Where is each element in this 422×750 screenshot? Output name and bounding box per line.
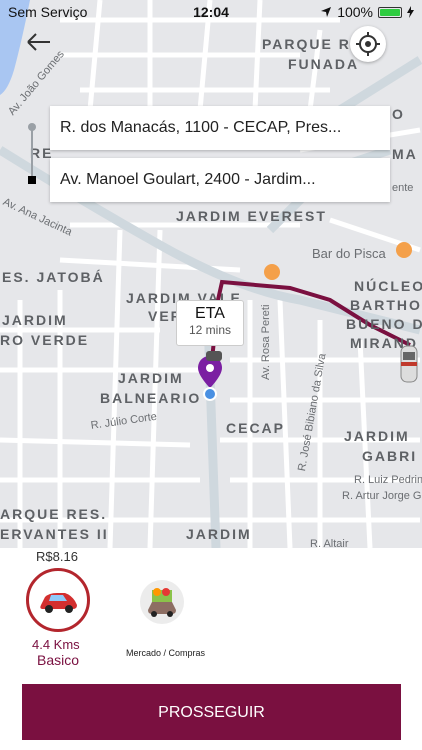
map-label: JARDIM bbox=[118, 370, 184, 386]
map-view[interactable]: PARQUE R FUNADA O MA ente RE JARDIM EVER… bbox=[0, 0, 422, 548]
map-label: MA bbox=[392, 146, 418, 162]
car-marker-icon bbox=[206, 351, 222, 361]
street-label: R. Artur Jorge Guazz bbox=[342, 490, 422, 502]
destination-field[interactable]: Av. Manoel Goulart, 2400 - Jardim... bbox=[50, 158, 390, 202]
street-label: R. Luiz Pedrini bbox=[354, 474, 422, 486]
back-arrow-icon bbox=[27, 33, 50, 51]
proceed-button[interactable]: PROSSEGUIR bbox=[22, 684, 401, 740]
location-arrow-icon bbox=[321, 7, 332, 17]
origin-marker bbox=[28, 123, 36, 131]
locate-me-button[interactable] bbox=[350, 26, 386, 62]
map-label: O bbox=[392, 106, 405, 122]
battery-icon bbox=[378, 6, 402, 18]
map-label: JARDIM bbox=[2, 312, 68, 328]
status-bar: Sem Serviço 12:04 100% bbox=[0, 0, 422, 24]
back-button[interactable] bbox=[22, 28, 56, 56]
map-label: JARDIM bbox=[344, 428, 410, 444]
map-label: GABRI bbox=[362, 448, 418, 464]
map-label: BUENO D bbox=[346, 316, 422, 332]
ride-option-label: Basico bbox=[37, 652, 80, 668]
map-label: BARTHOLO bbox=[350, 297, 422, 313]
eta-bubble: ETA 12 mins bbox=[176, 300, 244, 346]
map-label: CECAP bbox=[226, 420, 286, 436]
grocery-car-icon bbox=[148, 588, 176, 617]
ride-option-basico[interactable] bbox=[26, 568, 90, 632]
eta-title: ETA bbox=[195, 305, 225, 322]
crosshair-icon bbox=[356, 32, 380, 56]
origin-field[interactable]: R. dos Manacás, 1100 - CECAP, Pres... bbox=[50, 106, 390, 150]
driver-car-icon bbox=[400, 345, 418, 383]
ride-distance: 4.4 Kms bbox=[32, 637, 80, 652]
red-car-icon bbox=[40, 593, 77, 613]
ride-option-mercado[interactable] bbox=[140, 580, 184, 624]
eta-value: 12 mins bbox=[188, 323, 232, 337]
map-label: JARDIM EVEREST bbox=[176, 208, 327, 224]
route-connector bbox=[31, 124, 33, 178]
map-label: NÚCLEO bbox=[354, 278, 422, 294]
map-label: FUNADA bbox=[288, 56, 360, 72]
status-right: 100% bbox=[320, 4, 414, 20]
map-label: BALNEARIO bbox=[100, 390, 202, 406]
street-label: Av. Rosa Pereti bbox=[260, 304, 272, 380]
map-label: ARQUE RES. bbox=[0, 506, 108, 522]
map-label: JARDIM bbox=[186, 526, 252, 542]
map-label: ES. JATOBÁ bbox=[2, 269, 105, 285]
battery-percent: 100% bbox=[337, 4, 373, 20]
map-label: ente bbox=[392, 182, 414, 194]
ride-price: R$8.16 bbox=[36, 549, 78, 564]
map-label: ERVANTES II bbox=[0, 526, 109, 542]
map-label: PARQUE R bbox=[262, 36, 351, 52]
ride-option-label: Mercado / Compras bbox=[126, 648, 206, 658]
street-label: R. Altair bbox=[310, 538, 349, 548]
ride-options-panel: R$8.16 4.4 Kms Basico Mercado / Compras … bbox=[0, 548, 422, 750]
map-label: Bar do Pisca bbox=[312, 246, 386, 261]
destination-marker bbox=[28, 176, 36, 184]
charging-icon bbox=[407, 6, 414, 18]
map-label: RO VERDE bbox=[0, 332, 90, 348]
